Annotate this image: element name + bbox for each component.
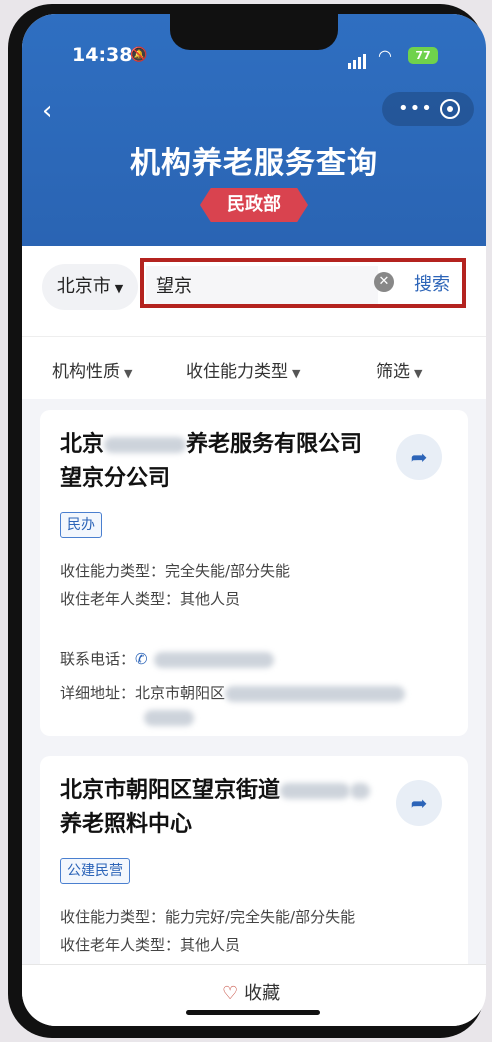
filter-more[interactable]: 筛选 ▼ [376,357,422,382]
card-title: 北京市朝阳区望京街道养老照料中心 [60,774,380,842]
elder-type: 收住老年人类型：其他人员 [60,936,241,954]
mute-bell-icon: 🔕 [130,47,148,63]
ministry-ribbon: 民政部 [200,188,308,222]
city-label: 北京市 [56,276,111,297]
type-tag: 公建民营 [60,858,130,884]
redacted-address [225,685,406,702]
screen: 14:38 🔕 ◠ 77 ‹ ••• 机构养老服务查询 民政部 北京市▼ ✕ 搜… [22,14,486,1026]
filter-nature[interactable]: 机构性质 ▼ [52,357,132,382]
contact-phone[interactable]: 联系电话：✆ [60,648,274,669]
favorite-button[interactable]: ♡ 收藏 [222,979,280,1005]
institution-card[interactable]: 北京市朝阳区望京街道养老照料中心 ➦ 公建民营 收住能力类型：能力完好/完全失能… [40,756,468,976]
status-time: 14:38 [72,44,133,66]
elder-type: 收住老年人类型：其他人员 [60,590,241,608]
clear-icon[interactable]: ✕ [374,272,394,292]
type-tag: 民办 [60,512,102,538]
address-continued [60,708,194,726]
search-box: ✕ 搜索 [140,258,466,308]
page-title: 机构养老服务查询 [130,146,378,181]
ability-type: 收住能力类型：能力完好/完全失能/部分失能 [60,908,356,926]
redacted-text [350,783,371,799]
redacted-address [144,709,194,726]
redacted-text [280,783,351,799]
wifi-icon: ◠ [378,46,392,65]
caret-down-icon: ▼ [414,367,423,380]
caret-down-icon: ▼ [114,282,124,295]
caret-down-icon: ▼ [292,367,301,380]
bottom-bar: ♡ 收藏 [22,964,486,1026]
close-target-icon[interactable] [440,99,460,119]
miniprogram-capsule[interactable]: ••• [382,92,474,126]
search-input[interactable] [146,266,378,304]
signal-icon [348,50,368,69]
more-icon[interactable]: ••• [398,98,433,119]
battery-icon: 77 [408,47,438,64]
navigate-icon[interactable]: ➦ [396,434,442,480]
home-indicator[interactable] [186,1010,320,1015]
institution-card[interactable]: 北京 养老服务有限公司望京分公司 ➦ 民办 收住能力类型：完全失能/部分失能 收住… [40,410,468,736]
phone-frame: 14:38 🔕 ◠ 77 ‹ ••• 机构养老服务查询 民政部 北京市▼ ✕ 搜… [8,4,486,1038]
phone-icon: ✆ [135,650,148,668]
notch [170,14,338,50]
ability-type: 收住能力类型：完全失能/部分失能 [60,562,291,580]
navigate-icon[interactable]: ➦ [396,780,442,826]
redacted-phone [153,651,274,668]
back-icon[interactable]: ‹ [42,96,52,126]
redacted-text [104,437,187,453]
address: 详细地址：北京市朝阳区 [60,682,406,703]
heart-icon: ♡ [222,983,239,1004]
city-selector[interactable]: 北京市 ▼ [42,264,138,310]
card-title: 北京 养老服务有限公司望京分公司 [60,432,363,491]
search-button[interactable]: 搜索 [414,270,450,296]
filter-ability[interactable]: 收住能力类型 ▼ [186,357,300,382]
caret-down-icon: ▼ [124,367,133,380]
filter-bar: 机构性质 ▼ 收住能力类型 ▼ 筛选 ▼ [22,336,486,399]
